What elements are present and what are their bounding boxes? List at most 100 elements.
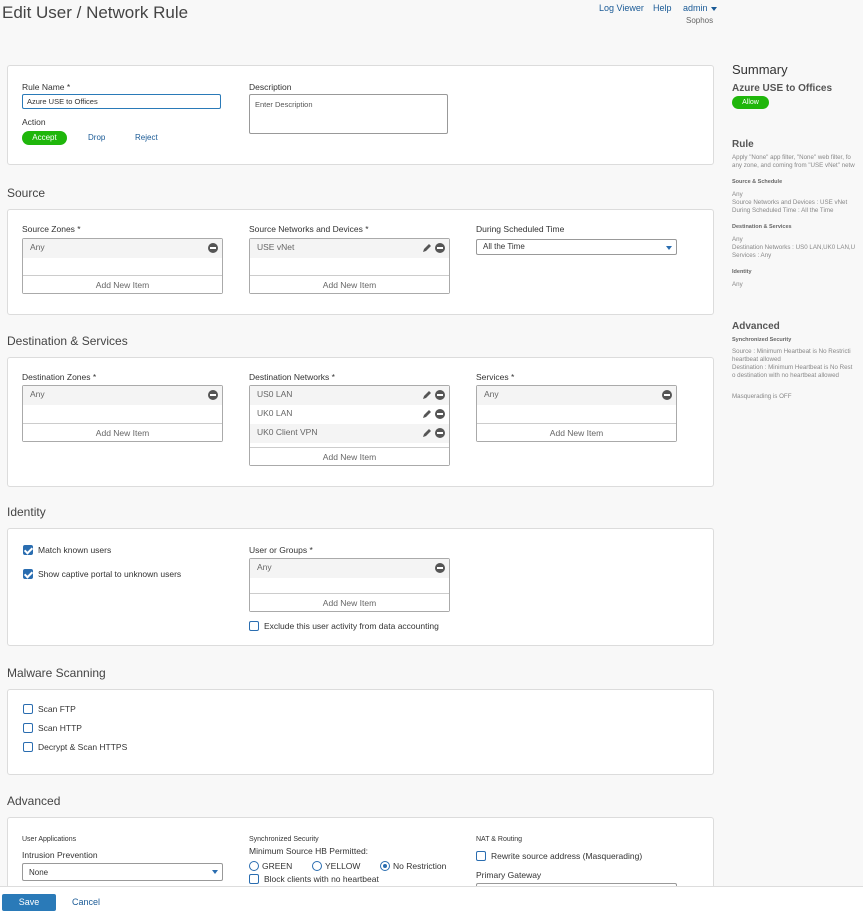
remove-icon[interactable] (435, 409, 445, 419)
list-item: Any (250, 559, 449, 578)
list-item-label: USE vNet (257, 242, 295, 252)
chevron-down-icon (666, 246, 672, 250)
masquerading-checkbox[interactable] (476, 851, 486, 861)
summary-rule-text: any zone, and coming from "USE vNet" net… (732, 162, 855, 169)
remove-icon[interactable] (662, 390, 672, 400)
summary-source-text: Any (732, 191, 743, 198)
scan-https-label: Decrypt & Scan HTTPS (38, 742, 128, 752)
intrusion-prevention-select[interactable]: None (22, 863, 223, 881)
add-new-item-button[interactable]: Add New Item (250, 593, 449, 611)
advanced-panel: User Applications Intrusion Prevention N… (7, 817, 714, 899)
help-link[interactable]: Help (653, 3, 672, 13)
page-title: Edit User / Network Rule (2, 3, 189, 22)
services-list: Any Add New Item (476, 385, 677, 442)
malware-panel: Scan FTP Scan HTTP Decrypt & Scan HTTPS (7, 689, 714, 775)
hb-green-radio[interactable] (249, 861, 259, 871)
destination-title: Destination & Services (7, 334, 128, 348)
min-hb-label: Minimum Source HB Permitted: (249, 846, 369, 856)
drop-button[interactable]: Drop (88, 133, 105, 142)
match-known-users-label: Match known users (38, 545, 112, 555)
list-item-label: US0 LAN (257, 389, 293, 399)
list-item-label: Any (484, 389, 499, 399)
advanced-title: Advanced (7, 794, 61, 808)
hb-no-restriction-label: No Restriction (393, 861, 447, 871)
scan-http-label: Scan HTTP (38, 723, 82, 733)
summary-destination-text: Destination Networks : US0 LAN,UK0 LAN,U (732, 244, 856, 251)
hb-no-restriction-radio[interactable] (380, 861, 390, 871)
pencil-icon[interactable] (422, 390, 432, 400)
block-no-heartbeat-checkbox[interactable] (249, 874, 259, 884)
summary-masquerading-text: Masquerading is OFF (732, 393, 792, 400)
schedule-select[interactable]: All the Time (476, 239, 677, 255)
summary-destination-text: Services : Any (732, 252, 772, 259)
admin-menu[interactable]: admin (683, 3, 717, 13)
summary-rule-text: Apply "None" app filter, "None" web filt… (732, 154, 851, 161)
destination-zones-list: Any Add New Item (22, 385, 223, 442)
log-viewer-link[interactable]: Log Viewer (599, 3, 644, 13)
remove-icon[interactable] (435, 428, 445, 438)
cancel-button[interactable]: Cancel (72, 897, 100, 907)
source-networks-label: Source Networks and Devices * (249, 224, 369, 234)
add-new-item-button[interactable]: Add New Item (250, 447, 449, 465)
summary-destination-heading: Destination & Services (732, 224, 792, 230)
list-item-label: Any (257, 562, 272, 572)
pencil-icon[interactable] (422, 243, 432, 253)
list-item-label: Any (30, 389, 45, 399)
user-groups-list: Any Add New Item (249, 558, 450, 612)
description-input[interactable]: Enter Description (249, 94, 448, 134)
add-new-item-button[interactable]: Add New Item (250, 275, 449, 293)
description-label: Description (249, 82, 292, 92)
remove-icon[interactable] (435, 243, 445, 253)
summary-sync-text: heartbeat allowed (732, 356, 781, 363)
scan-ftp-checkbox[interactable] (23, 704, 33, 714)
block-no-heartbeat-label: Block clients with no heartbeat (264, 874, 379, 884)
destination-networks-list: US0 LAN UK0 LAN UK0 Client VPN Add New I… (249, 385, 450, 466)
remove-icon[interactable] (435, 390, 445, 400)
summary-sync-text: o destination with no heartbeat allowed (732, 372, 839, 379)
rule-name-input[interactable]: Azure USE to Offices (22, 94, 221, 109)
pencil-icon[interactable] (422, 409, 432, 419)
hb-yellow-radio[interactable] (312, 861, 322, 871)
pencil-icon[interactable] (422, 428, 432, 438)
source-zones-list: Any Add New Item (22, 238, 223, 294)
add-new-item-button[interactable]: Add New Item (23, 275, 222, 293)
exclude-accounting-checkbox[interactable] (249, 621, 259, 631)
source-title: Source (7, 186, 46, 200)
list-item: Any (477, 386, 676, 405)
list-item: UK0 LAN (250, 405, 449, 424)
list-item: USE vNet (250, 239, 449, 258)
source-zones-label: Source Zones * (22, 224, 81, 234)
summary-sync-heading: Synchronized Security (732, 337, 792, 343)
captive-portal-label: Show captive portal to unknown users (38, 569, 182, 579)
remove-icon[interactable] (208, 243, 218, 253)
summary-rule-heading: Rule (732, 139, 754, 150)
remove-icon[interactable] (435, 563, 445, 573)
scan-https-checkbox[interactable] (23, 742, 33, 752)
summary-source-text: During Scheduled Time : All the Time (732, 207, 834, 214)
rule-panel: Rule Name * Azure USE to Offices Action … (7, 65, 714, 165)
match-known-users-checkbox[interactable] (23, 545, 33, 555)
add-new-item-button[interactable]: Add New Item (23, 423, 222, 441)
captive-portal-checkbox[interactable] (23, 569, 33, 579)
list-item-label: UK0 Client VPN (257, 427, 318, 437)
accept-button[interactable]: Accept (22, 131, 67, 145)
add-new-item-button[interactable]: Add New Item (477, 423, 676, 441)
destination-panel: Destination Zones * Any Add New Item Des… (7, 357, 714, 487)
reject-button[interactable]: Reject (135, 133, 158, 142)
chevron-down-icon (212, 870, 218, 874)
source-networks-list: USE vNet Add New Item (249, 238, 450, 294)
list-item: Any (23, 386, 222, 405)
primary-gateway-label: Primary Gateway (476, 870, 542, 880)
user-applications-heading: User Applications (22, 836, 77, 843)
org-name: Sophos (686, 16, 714, 25)
list-item: US0 LAN (250, 386, 449, 405)
malware-title: Malware Scanning (7, 666, 106, 680)
schedule-value: All the Time (483, 242, 525, 251)
chevron-down-icon (710, 6, 717, 11)
save-button[interactable]: Save (2, 894, 56, 911)
list-item: Any (23, 239, 222, 258)
scan-http-checkbox[interactable] (23, 723, 33, 733)
source-panel: Source Zones * Any Add New Item Source N… (7, 209, 714, 315)
remove-icon[interactable] (208, 390, 218, 400)
summary-destination-text: Any (732, 236, 743, 243)
